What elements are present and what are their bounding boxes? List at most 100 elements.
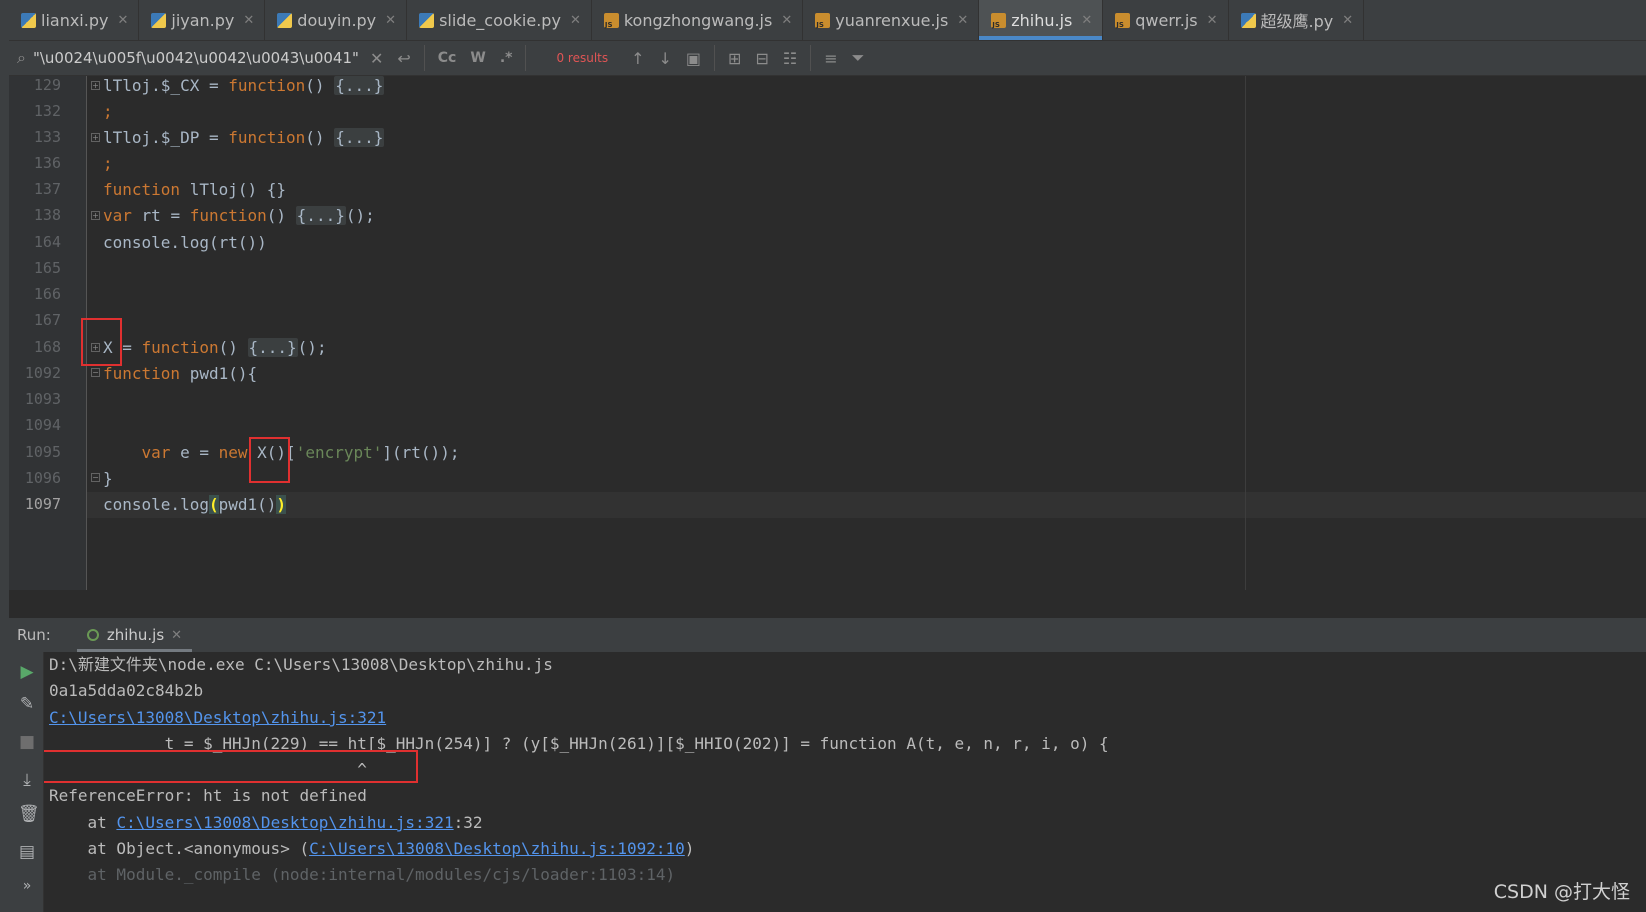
close-icon[interactable]: ✕ <box>781 13 792 28</box>
tab-label: qwerr.js <box>1135 10 1198 30</box>
run-tab-label: zhihu.js <box>106 626 165 644</box>
folded-region[interactable]: {...} <box>334 128 385 147</box>
python-file-icon <box>277 12 293 28</box>
close-icon[interactable]: ✕ <box>1081 13 1092 28</box>
tab-label: kongzhongwang.js <box>623 10 773 30</box>
editor-tab-bar: lianxi.py ✕ jiyan.py ✕ douyin.py ✕ slide_cooki… <box>9 0 1646 41</box>
match-case-toggle[interactable]: Cc <box>438 50 457 66</box>
whole-words-toggle[interactable]: W <box>470 50 485 66</box>
close-icon[interactable]: ✕ <box>171 628 182 643</box>
console-stack-line-3: at Module._compile (node:internal/module… <box>49 865 676 884</box>
python-file-icon <box>1240 12 1256 28</box>
file-link[interactable]: C:\Users\13008\Desktop\zhihu.js:1092:10 <box>309 839 685 858</box>
run-panel-header: Run: zhihu.js ✕ <box>9 618 1646 652</box>
console-link-line: C:\Users\13008\Desktop\zhihu.js:321 <box>49 705 386 731</box>
code-line-164: console.log(rt()) <box>103 233 267 252</box>
find-bar: ⌕ ✕ ↩ Cc W .* 0 results ↑ ↓ ▣ ⊞ ⊟ ☷ ≡ ⏷ <box>9 41 1646 76</box>
editor-tab-lianxi-py[interactable]: lianxi.py ✕ <box>9 0 140 40</box>
close-icon[interactable]: ✕ <box>1207 13 1218 28</box>
fold-marker-icon[interactable]: − <box>91 368 100 377</box>
file-link[interactable]: C:\Users\13008\Desktop\zhihu.js:321 <box>116 813 453 832</box>
current-line-highlight <box>87 492 1646 518</box>
fold-marker-icon[interactable]: + <box>91 133 100 142</box>
run-tab-zhihu[interactable]: zhihu.js ✕ <box>76 618 193 652</box>
editor-tab-yuanrenxue-js[interactable]: yuanrenxue.js ✕ <box>803 0 980 40</box>
code-line-133: lTloj.$_DP = function() {...} <box>103 128 385 147</box>
wrench-icon[interactable]: ✎ <box>18 694 36 714</box>
folded-region[interactable]: {...} <box>334 76 385 95</box>
code-line-1096: } <box>103 469 113 488</box>
add-selection-icon[interactable]: ⊞ <box>728 49 741 68</box>
line-number: 167 <box>33 311 61 329</box>
more-icon[interactable]: » <box>18 878 36 894</box>
line-number: 165 <box>33 259 61 277</box>
folded-region[interactable]: {...} <box>247 338 298 357</box>
close-icon[interactable]: ✕ <box>117 13 128 28</box>
editor-tab-slide-cookie-py[interactable]: slide_cookie.py ✕ <box>407 0 592 40</box>
editor-tab-jiyan-py[interactable]: jiyan.py ✕ <box>139 0 266 40</box>
filter-icon[interactable]: ⏷ <box>852 48 865 68</box>
highlight-box-x-call <box>249 437 290 483</box>
tab-label: yuanrenxue.js <box>835 10 949 30</box>
run-label: Run: <box>17 626 51 644</box>
select-all-matches-icon[interactable]: ☷ <box>783 49 797 68</box>
run-console[interactable]: D:\新建文件夹\node.exe C:\Users\13008\Desktop… <box>44 652 1646 912</box>
tab-label: jiyan.py <box>171 10 235 30</box>
separator <box>423 45 425 71</box>
console-stack-line-1: at C:\Users\13008\Desktop\zhihu.js:321:3… <box>49 813 483 832</box>
javascript-file-icon <box>815 12 831 29</box>
line-number: 1092 <box>24 364 61 382</box>
regex-newline-icon[interactable]: ↩ <box>397 49 410 68</box>
editor-tab-kongzhongwang-js[interactable]: kongzhongwang.js ✕ <box>592 0 804 40</box>
editor-tab-zhihu-js[interactable]: zhihu.js ✕ <box>979 0 1104 40</box>
code-line-168: X = function() {...}(); <box>103 338 327 357</box>
line-number: 1096 <box>24 469 61 487</box>
line-number: 1097 <box>24 495 61 513</box>
scroll-to-end-icon[interactable]: ⤓ <box>18 770 36 790</box>
line-number: 1095 <box>24 443 61 461</box>
trash-icon[interactable]: 🗑 <box>18 804 40 824</box>
line-number: 164 <box>33 233 61 251</box>
previous-occurrence-icon[interactable]: ↑ <box>631 49 644 68</box>
close-icon[interactable]: ✕ <box>1342 13 1353 28</box>
close-icon[interactable]: ✕ <box>570 13 581 28</box>
separator <box>810 45 812 71</box>
code-line-137: function lTloj() {} <box>103 180 287 199</box>
folded-region[interactable]: {...} <box>295 206 346 225</box>
fold-marker-icon[interactable]: + <box>91 81 100 90</box>
remove-selection-icon[interactable]: ⊟ <box>755 49 768 68</box>
close-icon[interactable]: ✕ <box>957 13 968 28</box>
fold-marker-icon[interactable]: + <box>91 343 100 352</box>
regex-toggle[interactable]: .* <box>500 50 513 66</box>
javascript-file-icon <box>1115 12 1131 29</box>
search-input[interactable] <box>32 49 363 67</box>
close-icon[interactable]: ✕ <box>385 13 396 28</box>
fold-marker-icon[interactable]: + <box>91 211 100 220</box>
fold-marker-icon[interactable]: − <box>91 473 100 482</box>
next-occurrence-icon[interactable]: ↓ <box>659 49 672 68</box>
stop-icon[interactable]: ■ <box>18 732 36 752</box>
multiline-icon[interactable]: ≡ <box>824 49 837 68</box>
select-all-occurrences-icon[interactable]: ▣ <box>686 49 701 68</box>
layout-icon[interactable]: ▤ <box>18 842 36 862</box>
panel-splitter[interactable] <box>9 590 1646 618</box>
search-icon[interactable]: ⌕ <box>17 48 26 68</box>
watermark: CSDN @打大怪 <box>1493 881 1630 903</box>
code-line-136: ; <box>103 154 113 173</box>
line-number: 166 <box>33 285 61 303</box>
rerun-icon[interactable]: ▶ <box>18 662 36 682</box>
highlight-box-x-declaration <box>81 318 122 366</box>
editor-tab--py[interactable]: 超级鹰.py ✕ <box>1229 0 1365 40</box>
code-line-1092: function pwd1(){ <box>103 364 258 383</box>
editor-tab-douyin-py[interactable]: douyin.py ✕ <box>265 0 408 40</box>
close-icon[interactable]: ✕ <box>243 13 254 28</box>
tab-label: douyin.py <box>297 10 377 30</box>
code-line-138: var rt = function() {...}(); <box>103 206 375 225</box>
code-editor[interactable]: 129 132 133 136 137 138 164 165 166 167 168 1092 109… <box>9 76 1646 590</box>
file-link[interactable]: C:\Users\13008\Desktop\zhihu.js:321 <box>49 708 386 727</box>
editor-tab-qwerr-js[interactable]: qwerr.js ✕ <box>1103 0 1229 40</box>
python-file-icon <box>419 12 435 28</box>
python-file-icon <box>21 12 36 28</box>
line-number: 137 <box>33 180 61 198</box>
clear-search-icon[interactable]: ✕ <box>370 49 383 68</box>
